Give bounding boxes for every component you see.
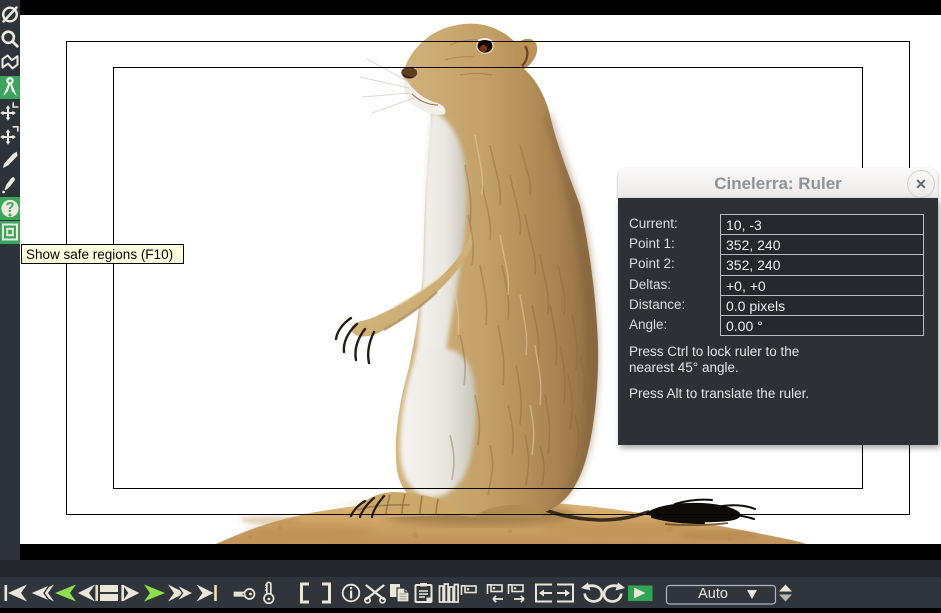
svg-text:Auto: Auto (698, 586, 728, 602)
